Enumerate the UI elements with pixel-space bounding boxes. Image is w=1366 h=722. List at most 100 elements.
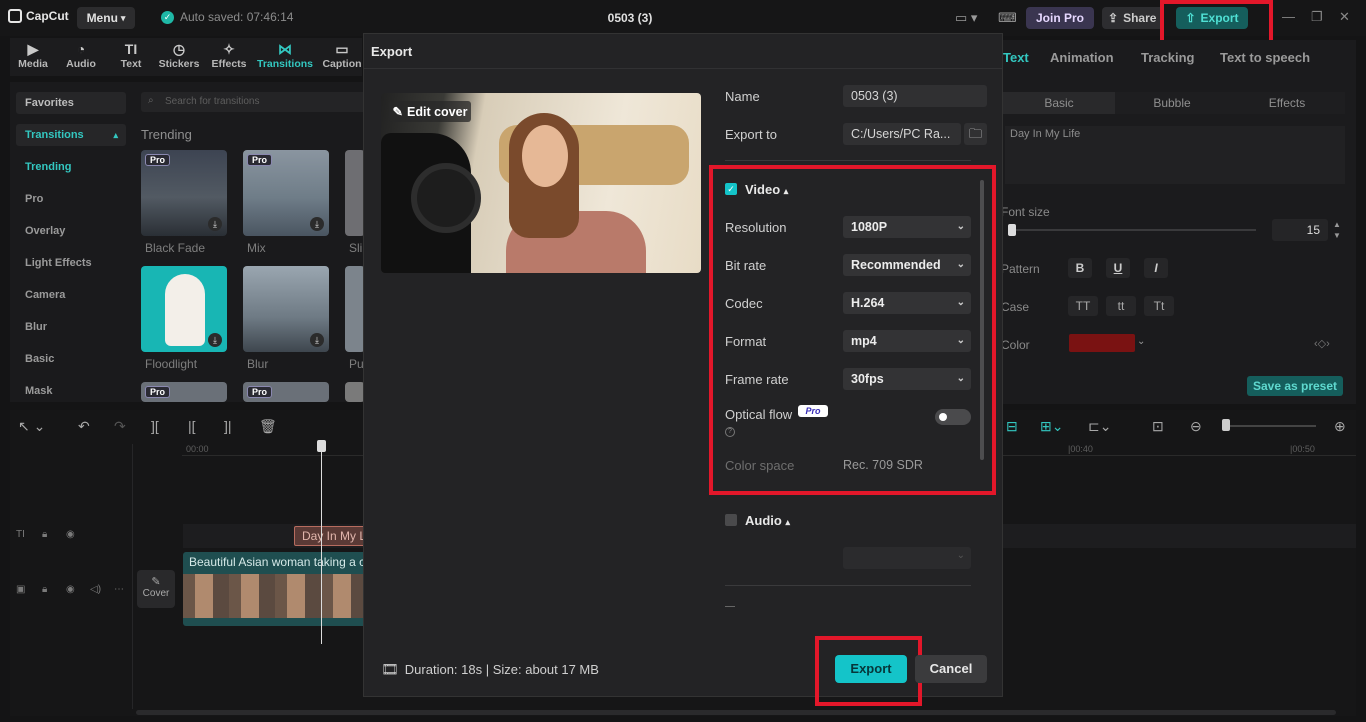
export-button[interactable]: Export bbox=[835, 655, 907, 683]
shortcuts-icon[interactable]: ⌨ bbox=[998, 10, 1017, 26]
case-upper-button[interactable]: TT bbox=[1068, 296, 1098, 316]
preview-axis-icon[interactable]: ⊡ bbox=[1152, 418, 1164, 435]
split-left-icon[interactable]: |[ bbox=[188, 418, 196, 434]
zoom-in-icon[interactable]: ⊕ bbox=[1334, 418, 1346, 435]
subtab-effects[interactable]: Effects bbox=[1229, 92, 1345, 114]
lock-icon[interactable]: 🔒︎ bbox=[42, 529, 47, 540]
font-size-slider[interactable] bbox=[1008, 229, 1256, 231]
download-icon[interactable]: ⤓ bbox=[310, 217, 324, 231]
redo-icon[interactable]: ↷ bbox=[114, 418, 126, 435]
resolution-select[interactable]: 1080P ⌄ bbox=[843, 216, 971, 238]
bitrate-select[interactable]: Recommended ⌄ bbox=[843, 254, 971, 276]
undo-icon[interactable]: ↶ bbox=[78, 418, 90, 435]
font-size-slider-handle[interactable] bbox=[1008, 224, 1016, 236]
text-content-input[interactable]: Day In My Life bbox=[1005, 126, 1345, 184]
transition-thumb-next-1[interactable]: Pro bbox=[141, 382, 227, 402]
case-title-button[interactable]: Tt bbox=[1144, 296, 1174, 316]
transition-thumb-slide[interactable] bbox=[345, 150, 365, 236]
stepper-icon[interactable]: ▲ ▼ bbox=[1331, 219, 1343, 241]
color-swatch[interactable] bbox=[1069, 334, 1135, 352]
speaker-icon[interactable]: ◁) bbox=[90, 584, 101, 595]
join-pro-button[interactable]: Join Pro bbox=[1026, 7, 1094, 29]
audio-section-title[interactable]: Audio ▴ bbox=[745, 513, 790, 528]
nav-pro[interactable]: Pro bbox=[16, 188, 126, 210]
transition-thumb-next-3[interactable] bbox=[345, 382, 365, 402]
toolbar-media[interactable]: ▶ Media bbox=[11, 40, 55, 70]
save-as-preset-button[interactable]: Save as preset bbox=[1247, 376, 1343, 396]
toolbar-effects[interactable]: ✧ Effects bbox=[207, 40, 251, 70]
framerate-select[interactable]: 30fps ⌄ bbox=[843, 368, 971, 390]
audio-checkbox[interactable] bbox=[725, 514, 737, 526]
nav-light-effects[interactable]: Light Effects bbox=[16, 252, 126, 274]
toolbar-audio[interactable]: ◔ Audio bbox=[59, 40, 103, 70]
format-select[interactable]: mp4 ⌄ bbox=[843, 330, 971, 352]
audio-format-select[interactable]: ⌄ bbox=[843, 547, 971, 569]
folder-icon[interactable]: 🗀 bbox=[964, 123, 987, 145]
download-icon[interactable]: ⤓ bbox=[310, 333, 324, 347]
close-icon[interactable]: ✕ bbox=[1339, 9, 1350, 25]
auto-snap-icon[interactable]: ⊞⌄ bbox=[1040, 418, 1063, 435]
download-icon[interactable]: ⤓ bbox=[208, 333, 222, 347]
layout-icon[interactable]: ▭ ▾ bbox=[955, 10, 977, 26]
playhead[interactable] bbox=[321, 444, 322, 644]
toolbar-text[interactable]: TI Text bbox=[109, 40, 153, 70]
search-transitions-input[interactable]: Search for transitions bbox=[141, 92, 366, 112]
export-path-input[interactable]: C:/Users/PC Ra... bbox=[843, 123, 961, 145]
menu-button[interactable]: Menu ▾ bbox=[77, 7, 135, 29]
codec-select[interactable]: H.264 ⌄ bbox=[843, 292, 971, 314]
lock-icon[interactable]: 🔒︎ bbox=[42, 584, 47, 595]
transition-thumb-pull[interactable] bbox=[345, 266, 365, 352]
nav-blur[interactable]: Blur bbox=[16, 316, 126, 338]
underline-button[interactable]: U bbox=[1106, 258, 1130, 278]
video-section-title[interactable]: Video ▴ bbox=[745, 182, 788, 197]
zoom-out-icon[interactable]: ⊖ bbox=[1190, 418, 1202, 435]
tab-text[interactable]: Text bbox=[1003, 50, 1029, 65]
tab-tracking[interactable]: Tracking bbox=[1141, 50, 1194, 65]
toolbar-transitions[interactable]: ⋈ Transitions bbox=[257, 40, 313, 70]
subtab-basic[interactable]: Basic bbox=[1003, 92, 1115, 114]
nav-overlay[interactable]: Overlay bbox=[16, 220, 126, 242]
download-icon[interactable]: ⤓ bbox=[208, 217, 222, 231]
more-icon[interactable]: ⋯ bbox=[114, 584, 124, 595]
maximize-icon[interactable]: ❐ bbox=[1311, 9, 1323, 25]
edit-cover-button[interactable]: ✎ Edit cover bbox=[389, 101, 471, 122]
nav-favorites[interactable]: Favorites bbox=[16, 92, 126, 114]
name-input[interactable]: 0503 (3) bbox=[843, 85, 987, 107]
transition-thumb-blur[interactable]: ⤓ bbox=[243, 266, 329, 352]
eye-icon[interactable]: ◉ bbox=[66, 529, 75, 540]
transition-thumb-black-fade[interactable]: Pro ⤓ bbox=[141, 150, 227, 236]
optical-flow-toggle[interactable] bbox=[935, 409, 971, 425]
select-cursor-icon[interactable]: ↖ ⌄ bbox=[18, 418, 45, 435]
zoom-slider[interactable] bbox=[1222, 425, 1316, 427]
video-checkbox[interactable]: ✓ bbox=[725, 183, 737, 195]
minimize-icon[interactable]: — bbox=[1282, 9, 1295, 24]
settings-scrollbar[interactable] bbox=[980, 180, 984, 460]
main-track-magnet-icon[interactable]: ⊟ bbox=[1006, 418, 1018, 435]
transition-thumb-mix[interactable]: Pro ⤓ bbox=[243, 150, 329, 236]
cancel-button[interactable]: Cancel bbox=[915, 655, 987, 683]
font-size-input[interactable]: 15 bbox=[1272, 219, 1328, 241]
nav-transitions[interactable]: Transitions ▴ bbox=[16, 124, 126, 146]
subtab-bubble[interactable]: Bubble bbox=[1115, 92, 1229, 114]
chevron-down-icon[interactable]: ⌄ bbox=[1137, 336, 1145, 347]
split-icon[interactable]: ][ bbox=[151, 418, 159, 434]
case-lower-button[interactable]: tt bbox=[1106, 296, 1136, 316]
delete-icon[interactable]: 🗑 bbox=[259, 418, 277, 435]
text-clip[interactable]: Day In My Life bbox=[294, 526, 366, 546]
video-clip[interactable]: Beautiful Asian woman taking a c bbox=[183, 552, 367, 626]
nav-basic[interactable]: Basic bbox=[16, 348, 126, 370]
linkage-icon[interactable]: ⊏⌄ bbox=[1088, 418, 1111, 435]
toolbar-caption[interactable]: ▭ Caption bbox=[320, 40, 364, 70]
timeline-scrollbar[interactable] bbox=[136, 710, 1336, 715]
split-right-icon[interactable]: ]| bbox=[224, 418, 232, 434]
tab-text-to-speech[interactable]: Text to speech bbox=[1220, 50, 1310, 65]
zoom-slider-handle[interactable] bbox=[1222, 419, 1230, 431]
keyframe-icon[interactable]: ‹◇› bbox=[1314, 337, 1330, 350]
nav-mask[interactable]: Mask bbox=[16, 380, 126, 402]
help-icon[interactable]: ? bbox=[725, 427, 735, 437]
italic-button[interactable]: I bbox=[1144, 258, 1168, 278]
nav-trending[interactable]: Trending bbox=[16, 156, 126, 178]
transition-thumb-next-2[interactable]: Pro bbox=[243, 382, 329, 402]
transition-thumb-floodlight[interactable]: ⤓ bbox=[141, 266, 227, 352]
cover-button[interactable]: ✎ Cover bbox=[137, 570, 175, 608]
